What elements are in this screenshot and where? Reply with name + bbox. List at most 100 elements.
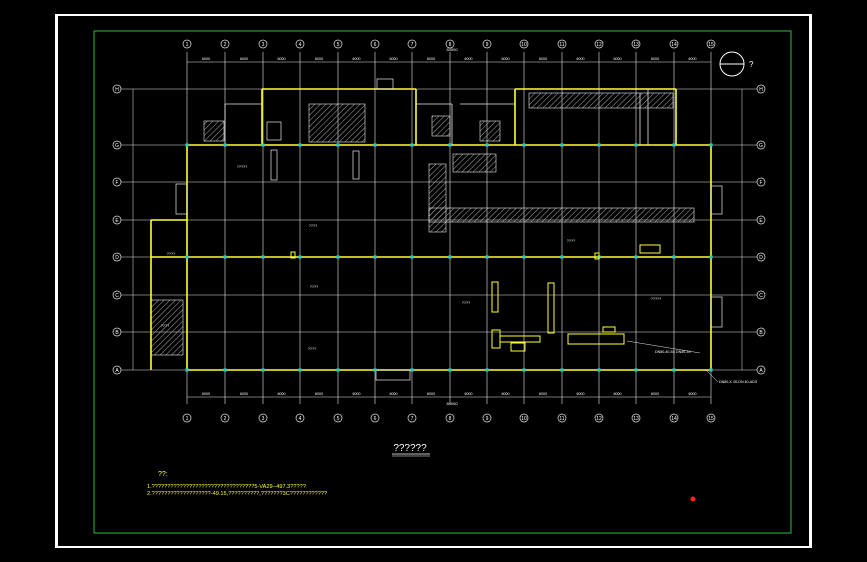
dimension-bottom-1: 6000 <box>202 392 210 396</box>
hatched-area-1 <box>308 103 366 143</box>
column-26 <box>560 255 564 259</box>
column-42 <box>597 368 601 372</box>
dimension-top-11: 6000 <box>577 57 585 61</box>
column-15 <box>709 143 713 147</box>
axis-label-2-top: 2 <box>224 42 227 48</box>
axis-label-6-top: 6 <box>374 42 377 48</box>
overall-dimension-top: 84000 <box>446 47 458 52</box>
axis-label-10-bottom: 10 <box>521 416 527 422</box>
column-1 <box>185 143 189 147</box>
leader-label-1: DN80-40-5X DN40-3X <box>655 350 691 354</box>
column-3 <box>261 143 265 147</box>
hatched-area-5 <box>428 207 695 223</box>
axis-label-4-top: 4 <box>299 42 302 48</box>
axis-label-8-bottom: 8 <box>449 416 452 422</box>
dimension-bottom-13: 6000 <box>651 392 659 396</box>
hatched-area-3 <box>452 153 497 173</box>
drawing-title: ?????? <box>393 443 427 454</box>
dimension-bottom-14: 6000 <box>689 392 697 396</box>
axis-label-3-bottom: 3 <box>262 416 265 422</box>
column-22 <box>410 255 414 259</box>
column-35 <box>336 368 340 372</box>
dimension-bottom-7: 6000 <box>427 392 435 396</box>
room-label-5: ???? <box>462 301 470 305</box>
column-23 <box>448 255 452 259</box>
column-40 <box>522 368 526 372</box>
hatched-area-7 <box>479 120 501 142</box>
hatched-area-2 <box>528 92 674 109</box>
room-label-6: ???? <box>567 239 575 243</box>
column-12 <box>597 143 601 147</box>
sheet <box>58 16 809 546</box>
dimension-bottom-2: 6000 <box>240 392 248 396</box>
column-39 <box>485 368 489 372</box>
column-17 <box>223 255 227 259</box>
dimension-top-4: 6000 <box>315 57 323 61</box>
column-28 <box>634 255 638 259</box>
room-label-9: ???? <box>161 324 169 328</box>
room-label-1: ????? <box>237 165 248 169</box>
dimension-top-2: 6000 <box>240 57 248 61</box>
axis-label-13-bottom: 13 <box>633 416 639 422</box>
axis-label-5-top: 5 <box>337 42 340 48</box>
leader-label-2: DN80-X 4S-DN 40-ADS <box>719 380 758 384</box>
room-label-7: ????? <box>651 297 662 301</box>
axis-label-10-top: 10 <box>521 42 527 48</box>
column-30 <box>709 255 713 259</box>
axis-label-7-bottom: 7 <box>411 416 414 422</box>
axis-label-G-left: G <box>115 143 119 149</box>
column-45 <box>709 368 713 372</box>
axis-label-15-top: 15 <box>708 42 714 48</box>
column-20 <box>336 255 340 259</box>
axis-label-12-top: 12 <box>596 42 602 48</box>
note-line-1: 1.?????????????????????????????????5-VA2… <box>147 484 306 490</box>
axis-label-9-top: 9 <box>486 42 489 48</box>
axis-label-3-top: 3 <box>262 42 265 48</box>
dimension-top-12: 6000 <box>614 57 622 61</box>
column-36 <box>373 368 377 372</box>
room-label-2: ???? <box>309 224 317 228</box>
column-25 <box>522 255 526 259</box>
axis-label-11-top: 11 <box>559 42 564 48</box>
column-29 <box>672 255 676 259</box>
column-34 <box>298 368 302 372</box>
axis-label-9-bottom: 9 <box>486 416 489 422</box>
column-38 <box>448 368 452 372</box>
axis-label-D-right: D <box>759 255 763 261</box>
column-2 <box>223 143 227 147</box>
hatched-area-6 <box>203 120 225 142</box>
axis-label-2-bottom: 2 <box>224 416 227 422</box>
red-marker <box>690 496 696 502</box>
axis-label-5-bottom: 5 <box>337 416 340 422</box>
axis-label-12-bottom: 12 <box>596 416 602 422</box>
axis-label-1-bottom: 1 <box>186 416 189 422</box>
dimension-bottom-4: 6000 <box>315 392 323 396</box>
room-label-8: ???? <box>167 252 175 256</box>
dimension-top-8: 6000 <box>465 57 473 61</box>
axis-label-1-top: 1 <box>186 42 189 48</box>
column-13 <box>634 143 638 147</box>
hatched-area-8 <box>431 115 451 137</box>
axis-label-15-bottom: 15 <box>708 416 714 422</box>
axis-label-14-top: 14 <box>671 42 677 48</box>
axis-label-4-bottom: 4 <box>299 416 302 422</box>
column-4 <box>298 143 302 147</box>
column-21 <box>373 255 377 259</box>
dimension-bottom-11: 6000 <box>577 392 585 396</box>
column-16 <box>185 255 189 259</box>
axis-label-D-left: D <box>115 255 119 261</box>
axis-label-H-right: H <box>759 87 763 93</box>
column-11 <box>560 143 564 147</box>
axis-label-C-right: C <box>759 293 763 299</box>
overall-dimension-bottom: 84000 <box>446 401 458 406</box>
dimension-top-1: 6000 <box>202 57 210 61</box>
dimension-bottom-10: 6000 <box>539 392 547 396</box>
cad-viewport: 1 1 2 2 3 3 4 4 5 5 6 6 7 7 8 8 9 9 10 10 11 11 12 12 13 13 14 14 15… <box>0 0 867 562</box>
axis-label-C-left: C <box>115 293 119 299</box>
dimension-top-10: 6000 <box>539 57 547 61</box>
north-label: ? <box>749 60 754 69</box>
dimension-bottom-12: 6000 <box>614 392 622 396</box>
axis-label-6-bottom: 6 <box>374 416 377 422</box>
column-41 <box>560 368 564 372</box>
axis-label-F-left: F <box>115 180 118 186</box>
